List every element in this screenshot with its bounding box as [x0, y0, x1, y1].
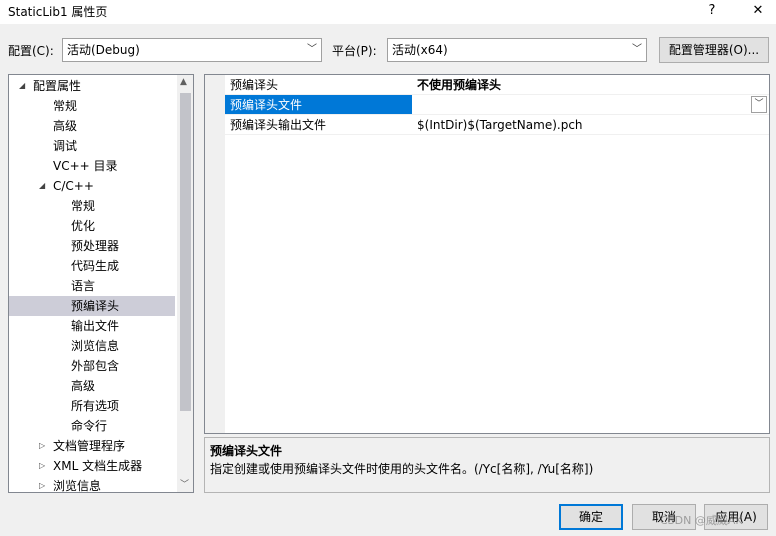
expand-arrow-icon[interactable]: ▷	[39, 476, 45, 492]
tree-item-label: 浏览信息	[53, 479, 102, 493]
help-button[interactable]: ?	[694, 0, 730, 24]
tree-item-label: 所有选项	[71, 399, 120, 413]
tree-item[interactable]: 外部包含	[9, 356, 175, 376]
tree-item-label: VC++ 目录	[53, 159, 118, 173]
platform-select[interactable]: 活动(x64) ﹀	[387, 38, 647, 62]
close-button[interactable]: ✕	[740, 0, 776, 24]
tree-item-label: 调试	[53, 139, 78, 153]
expand-arrow-icon[interactable]: ▷	[39, 436, 45, 456]
property-value[interactable]: 不使用预编译头	[417, 75, 501, 95]
collapse-arrow-icon[interactable]: ◢	[19, 76, 25, 96]
tree-item-label: 语言	[71, 279, 96, 293]
property-name: 预编译头文件	[230, 98, 303, 112]
tree-item[interactable]: 语言	[9, 276, 175, 296]
tree-item[interactable]: 预编译头	[9, 296, 175, 316]
title-bar	[0, 0, 776, 24]
tree-item[interactable]: ▷ XML 文档生成器	[9, 456, 175, 476]
config-value: 活动(Debug)	[67, 43, 140, 57]
property-row[interactable]: 预编译头输出文件 $(IntDir)$(TargetName).pch	[225, 115, 769, 135]
collapse-arrow-icon[interactable]: ◢	[39, 176, 45, 196]
platform-label: 平台(P):	[332, 44, 377, 58]
tree-item[interactable]: 优化	[9, 216, 175, 236]
property-name: 预编译头输出文件	[230, 118, 327, 132]
ok-button[interactable]: 确定	[559, 504, 623, 530]
tree-scrollbar[interactable]: ▲ ﹀	[177, 75, 193, 492]
tree-item-label: 配置属性	[33, 79, 82, 93]
property-grid[interactable]: 预编译头 不使用预编译头预编译头文件 ﹀ 预编译头输出文件 $(IntDir)$(Tar…	[204, 74, 770, 434]
tree-item-label: 常规	[53, 99, 78, 113]
tree-item[interactable]: 输出文件	[9, 316, 175, 336]
platform-value: 活动(x64)	[392, 43, 448, 57]
tree-item[interactable]: 命令行	[9, 416, 175, 436]
triangle-up-icon[interactable]: ▲	[180, 77, 187, 87]
config-manager-button[interactable]: 配置管理器(O)...	[659, 37, 769, 63]
chevron-down-icon: ﹀	[632, 44, 642, 55]
chevron-down-icon[interactable]: ﹀	[751, 96, 767, 113]
tree-item-label: 浏览信息	[71, 339, 120, 353]
property-row[interactable]: 预编译头 不使用预编译头	[225, 75, 769, 95]
chevron-down-icon[interactable]: ﹀	[180, 477, 189, 490]
grid-gutter	[205, 75, 225, 433]
tree-item-label: 高级	[71, 379, 96, 393]
tree-item-label: 外部包含	[71, 359, 120, 373]
tree-item[interactable]: ▷ 浏览信息	[9, 476, 175, 493]
config-select[interactable]: 活动(Debug) ﹀	[62, 38, 322, 62]
description-pane: 预编译头文件 指定创建或使用预编译头文件时使用的头文件名。(/Yc[名称], /…	[204, 437, 770, 493]
tree-item[interactable]: 调试	[9, 136, 175, 156]
tree-item[interactable]: 高级	[9, 376, 175, 396]
tree-item-label: 输出文件	[71, 319, 120, 333]
tree-item-label: 常规	[71, 199, 96, 213]
tree-item[interactable]: VC++ 目录	[9, 156, 175, 176]
tree-item-label: 预编译头	[71, 299, 120, 313]
tree-item-label: C/C++	[53, 179, 94, 193]
tree-item[interactable]: ◢ C/C++	[9, 176, 175, 196]
tree-item[interactable]: 预处理器	[9, 236, 175, 256]
tree-item-label: 预处理器	[71, 239, 120, 253]
tree-item-label: 代码生成	[71, 259, 120, 273]
config-label: 配置(C):	[8, 44, 54, 58]
tree-item[interactable]: 常规	[9, 196, 175, 216]
tree-item-label: 文档管理程序	[53, 439, 126, 453]
property-tree[interactable]: ◢ 配置属性 常规 高级 调试 VC++ 目录 ◢ C/C++ 常规 优化 预处理器 代码生成 语言 预编…	[8, 74, 194, 493]
tree-item[interactable]: ◢ 配置属性	[9, 76, 175, 96]
tree-item-label: XML 文档生成器	[53, 459, 143, 473]
tree-item-label: 命令行	[71, 419, 108, 433]
tree-item[interactable]: 所有选项	[9, 396, 175, 416]
tree-item[interactable]: 高级	[9, 116, 175, 136]
scrollbar-thumb[interactable]	[180, 93, 191, 411]
tree-item[interactable]: 常规	[9, 96, 175, 116]
description-text: 指定创建或使用预编译头文件时使用的头文件名。(/Yc[名称], /Yu[名称])	[210, 462, 594, 476]
expand-arrow-icon[interactable]: ▷	[39, 456, 45, 476]
property-row[interactable]: 预编译头文件 ﹀	[225, 95, 769, 115]
tree-item-label: 高级	[53, 119, 78, 133]
window-title: StaticLib1 属性页	[8, 5, 108, 19]
watermark: CSDN @威威AK	[660, 514, 743, 527]
tree-item[interactable]: 代码生成	[9, 256, 175, 276]
property-name: 预编译头	[230, 78, 279, 92]
chevron-down-icon: ﹀	[307, 44, 317, 55]
tree-item-label: 优化	[71, 219, 96, 233]
tree-item[interactable]: 浏览信息	[9, 336, 175, 356]
property-value[interactable]: $(IntDir)$(TargetName).pch	[417, 115, 583, 135]
tree-item[interactable]: ▷ 文档管理程序	[9, 436, 175, 456]
description-title: 预编译头文件	[210, 444, 283, 458]
